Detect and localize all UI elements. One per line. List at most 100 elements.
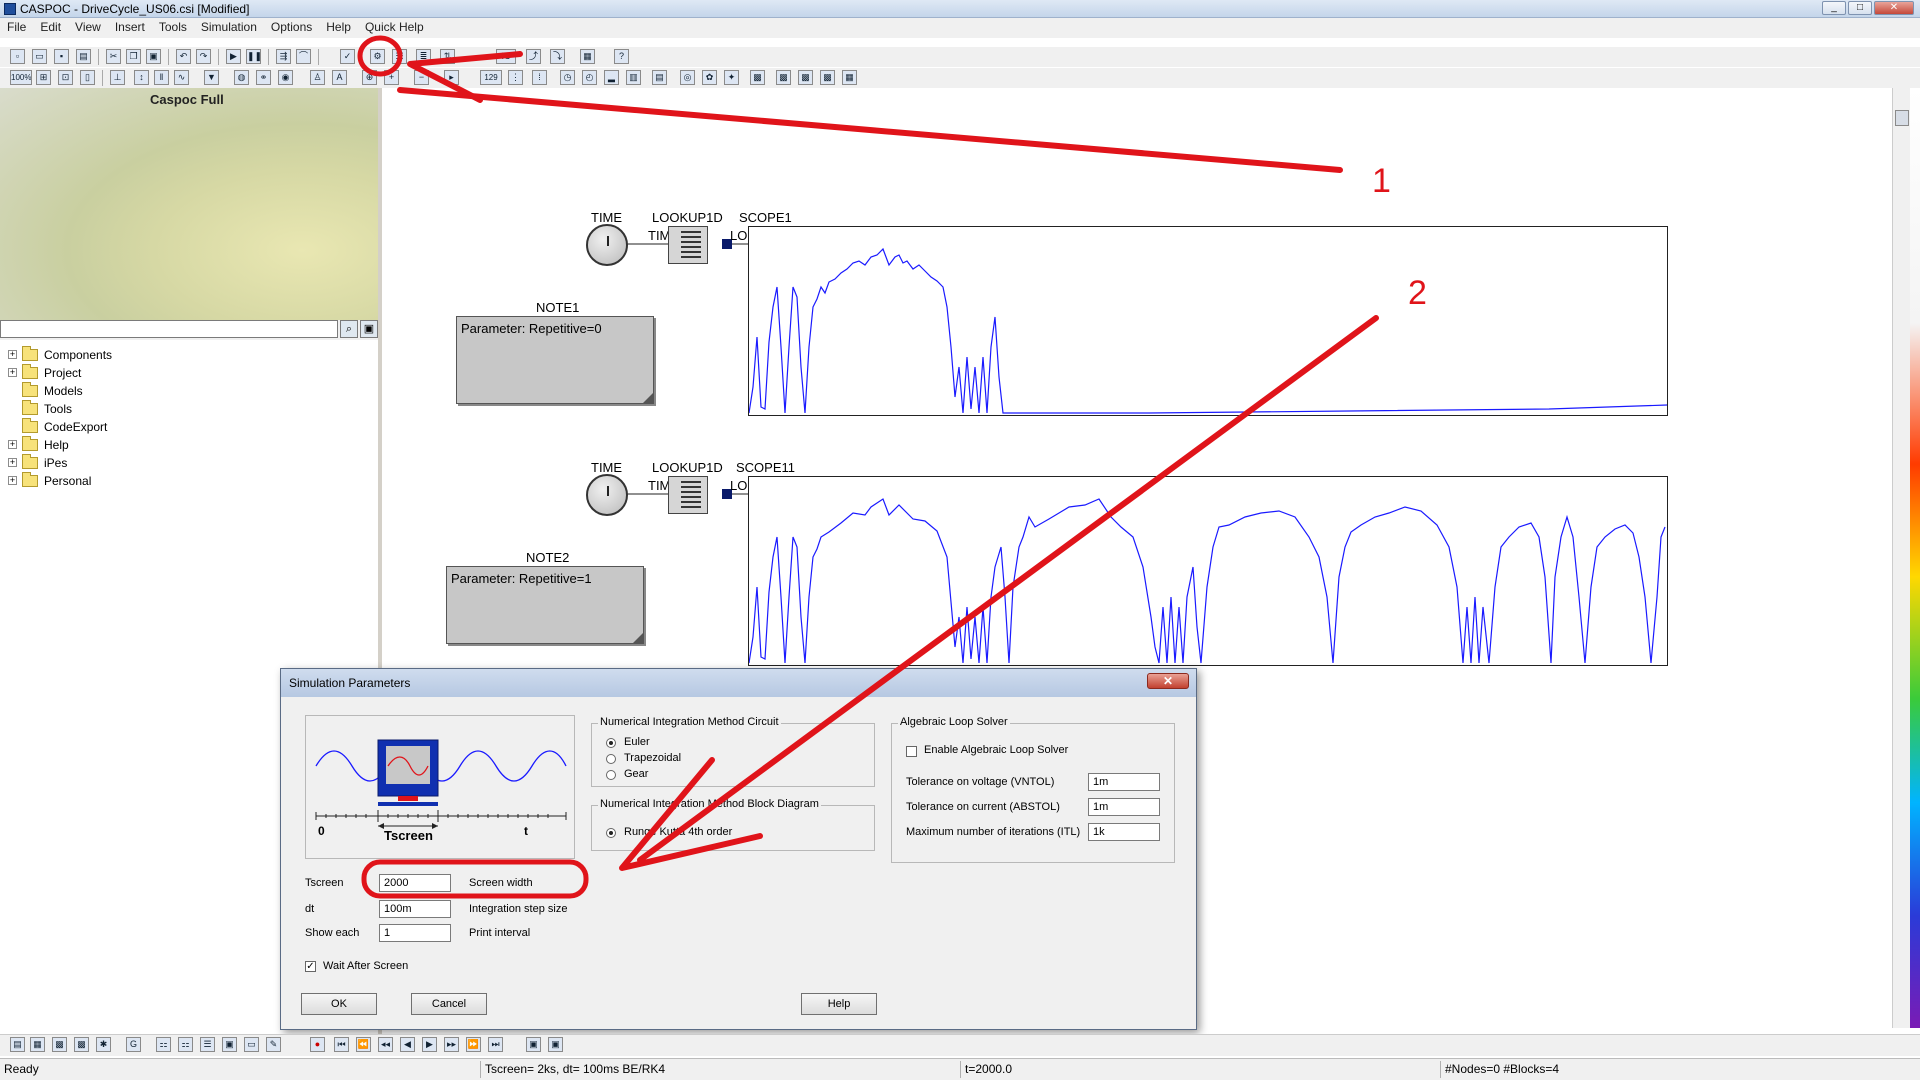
expand-icon[interactable]: + (8, 458, 17, 467)
print-icon[interactable]: ▤ (76, 49, 91, 64)
tree-item-tools[interactable]: Tools (0, 400, 378, 418)
export-view-icon[interactable]: ⚏ (178, 1037, 193, 1052)
euler-radio[interactable] (606, 738, 616, 748)
list-view-icon[interactable]: ☰ (200, 1037, 215, 1052)
menu-help[interactable]: Help (319, 18, 358, 36)
first-icon[interactable]: ⏮ (334, 1037, 349, 1052)
pause-simulation-icon[interactable]: ❚❚ (246, 49, 261, 64)
menu-options[interactable]: Options (264, 18, 319, 36)
fast-forward-icon[interactable]: ⏩ (466, 1037, 481, 1052)
scope-icon[interactable]: ⊕ (362, 70, 377, 85)
save-icon[interactable]: ▪ (54, 49, 69, 64)
probe-alt-icon[interactable]: ✦ (724, 70, 739, 85)
show-each-input[interactable]: 1 (379, 924, 451, 942)
copy-icon[interactable]: ❐ (126, 49, 141, 64)
search-icon[interactable]: ⌕ (340, 320, 358, 338)
lookup-block[interactable] (668, 226, 708, 264)
capture-icon[interactable]: ▣ (526, 1037, 541, 1052)
ok-button[interactable]: OK (301, 993, 377, 1015)
grid-cross-icon[interactable]: ▩ (798, 70, 813, 85)
filter-icon[interactable]: ▣ (360, 320, 378, 338)
dialog-close-button[interactable]: ✕ (1147, 673, 1189, 689)
expand-icon[interactable]: + (8, 476, 17, 485)
time-block[interactable] (586, 224, 628, 266)
gear-radio[interactable] (606, 770, 616, 780)
help-question-icon[interactable]: ? (614, 49, 629, 64)
grid-icon[interactable]: ⋮ (508, 70, 523, 85)
tree-item-models[interactable]: Models (0, 382, 378, 400)
tree-item-ipes[interactable]: + iPes (0, 454, 378, 472)
palette-icon[interactable]: ✿ (702, 70, 717, 85)
list-icon[interactable]: ☰ (392, 49, 407, 64)
grid-alt-icon[interactable]: ▩ (776, 70, 791, 85)
note1-box[interactable]: Parameter: Repetitive=0 (456, 316, 654, 404)
cross-icon[interactable]: + (384, 70, 399, 85)
menu-tools[interactable]: Tools (152, 18, 194, 36)
component-list-icon[interactable]: ▤ (10, 1037, 25, 1052)
vertical-scrollbar[interactable] (1892, 88, 1910, 1028)
zoom-100-icon[interactable]: 100% (10, 70, 32, 85)
component-icon[interactable]: ▯ (80, 70, 95, 85)
close-button[interactable]: ✕ (1874, 1, 1914, 15)
diode-icon[interactable]: ▼ (204, 70, 219, 85)
help-button[interactable]: Help (801, 993, 877, 1015)
export-icon[interactable]: ⤴ (526, 49, 541, 64)
menu-quick-help[interactable]: Quick Help (358, 18, 431, 36)
table-view-icon[interactable]: ▩ (52, 1037, 67, 1052)
menu-simulation[interactable]: Simulation (194, 18, 264, 36)
motor-icon[interactable]: ◉ (278, 70, 293, 85)
properties-icon[interactable]: ▦ (30, 1037, 45, 1052)
cancel-button[interactable]: Cancel (411, 993, 487, 1015)
check-icon[interactable]: ✓ (340, 49, 355, 64)
settings-grid-icon[interactable]: ▩ (750, 70, 765, 85)
record-icon[interactable]: ● (310, 1037, 325, 1052)
image-icon[interactable]: ▣ (222, 1037, 237, 1052)
new-file-icon[interactable]: ▫ (10, 49, 25, 64)
menu-file[interactable]: File (0, 18, 33, 36)
play-icon[interactable]: ▶ (422, 1037, 437, 1052)
step-back-icon[interactable]: ◂◂ (378, 1037, 393, 1052)
tree-item-project[interactable]: + Project (0, 364, 378, 382)
import-icon[interactable]: ⤵ (550, 49, 565, 64)
refresh-icon[interactable]: G (126, 1037, 141, 1052)
chart-icon[interactable]: ▥ (626, 70, 641, 85)
snapshot-icon[interactable]: ▣ (548, 1037, 563, 1052)
tools-icon[interactable]: ✎ (266, 1037, 281, 1052)
library-search-input[interactable] (0, 320, 338, 338)
scope-display[interactable] (748, 226, 1668, 416)
layout-icon[interactable]: ▦ (842, 70, 857, 85)
step-forward-icon[interactable]: ▸▸ (444, 1037, 459, 1052)
wait-after-screen-checkbox[interactable]: ✓ (305, 961, 316, 972)
expand-icon[interactable]: + (8, 440, 17, 449)
menu-view[interactable]: View (68, 18, 108, 36)
tree-item-components[interactable]: + Components (0, 346, 378, 364)
tree-item-codeexport[interactable]: CodeExport (0, 418, 378, 436)
marker-icon[interactable]: ▸ (444, 70, 459, 85)
inductor-icon[interactable]: ∿ (174, 70, 189, 85)
network-view-icon[interactable]: ⚏ (156, 1037, 171, 1052)
abstol-input[interactable]: 1m (1088, 798, 1160, 816)
resistor-icon[interactable]: ↕ (134, 70, 149, 85)
trapezoidal-radio[interactable] (606, 754, 616, 764)
bars-icon[interactable]: ▂ (604, 70, 619, 85)
last-icon[interactable]: ⏭ (488, 1037, 503, 1052)
maximize-button[interactable]: □ (1848, 1, 1872, 15)
minimize-button[interactable]: _ (1822, 1, 1846, 15)
chip-icon[interactable]: ✱ (96, 1037, 111, 1052)
folder-icon[interactable]: ▭ (244, 1037, 259, 1052)
sort-icon[interactable]: ⇅ (440, 49, 455, 64)
wire-icon[interactable]: ⌒ (296, 49, 311, 64)
rewind-icon[interactable]: ⏪ (356, 1037, 371, 1052)
menu-edit[interactable]: Edit (33, 18, 68, 36)
itl-input[interactable]: 1k (1088, 823, 1160, 841)
minus-icon[interactable]: − (414, 70, 429, 85)
capacitor-icon[interactable]: ‖ (154, 70, 169, 85)
chart-alt-icon[interactable]: ▤ (652, 70, 667, 85)
dt-input[interactable]: 100m (379, 900, 451, 918)
text-tool-icon[interactable]: A (332, 70, 347, 85)
simulation-parameters-icon[interactable]: ⚙ (370, 49, 385, 64)
indent-icon[interactable]: ≣ (416, 49, 431, 64)
table-icon[interactable]: ▩ (820, 70, 835, 85)
target-icon[interactable]: ◎ (680, 70, 695, 85)
time-block[interactable] (586, 474, 628, 516)
